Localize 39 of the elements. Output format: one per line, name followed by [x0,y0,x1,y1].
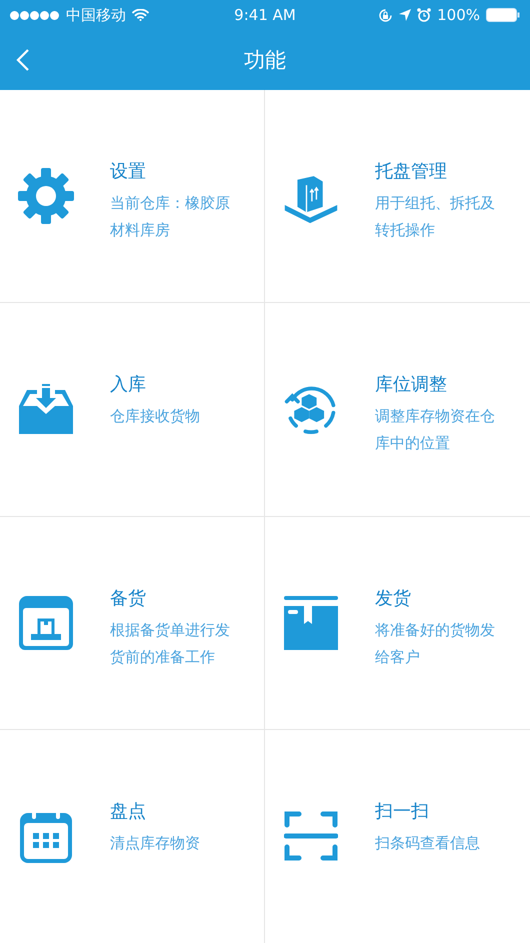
inbox-icon [19,384,73,434]
function-description: 用于组托、拆托及转托操作 [375,193,496,241]
battery-icon [486,8,520,22]
rotation-lock-icon [378,8,394,22]
location-icon [399,9,412,21]
function-description: 根据备货单进行发货前的准备工作 [110,620,231,668]
function-title: 备货 [110,586,147,610]
status-time: 9:41 AM [234,6,296,24]
wifi-icon [132,9,149,21]
carrier-name: 中国移动 [66,6,126,24]
gear-icon [18,168,74,224]
function-tile[interactable]: 入库 仓库接收货物 [0,303,265,516]
package-icon [19,596,73,650]
function-title: 盘点 [110,800,147,824]
function-tile[interactable]: 发货 将准备好的货物发给客户 [265,516,530,730]
scan-icon [284,808,338,863]
page-title: 功能 [244,47,286,74]
function-title: 发货 [375,586,412,610]
function-description: 当前仓库：橡胶原材料库房 [110,193,231,241]
function-tile[interactable]: 设置 当前仓库：橡胶原材料库房 [0,90,265,304]
signal-icon [10,10,60,20]
function-description: 将准备好的货物发给客户 [375,620,496,668]
function-description: 扫条码查看信息 [375,832,481,854]
function-title: 设置 [110,160,147,184]
function-title: 入库 [110,373,147,398]
function-tile[interactable]: 扫一扫 扫条码查看信息 [265,730,530,943]
battery-percentage: 100% [437,6,480,24]
function-title: 扫一扫 [375,800,430,824]
box-ribbon-icon [284,596,338,650]
function-description: 调整库存物资在仓库中的位置 [375,406,496,454]
function-tile[interactable]: 盘点 清点库存物资 [0,730,265,943]
function-description: 仓库接收货物 [110,406,201,428]
function-description: 清点库存物资 [110,832,201,854]
function-tile[interactable]: 备货 根据备货单进行发货前的准备工作 [0,516,265,730]
function-title: 库位调整 [375,373,448,398]
function-title: 托盘管理 [375,160,448,184]
function-tile[interactable]: 库位调整 调整库存物资在仓库中的位置 [265,303,530,516]
alarm-icon [417,8,432,22]
function-tile[interactable]: 托盘管理 用于组托、拆托及转托操作 [265,90,530,304]
